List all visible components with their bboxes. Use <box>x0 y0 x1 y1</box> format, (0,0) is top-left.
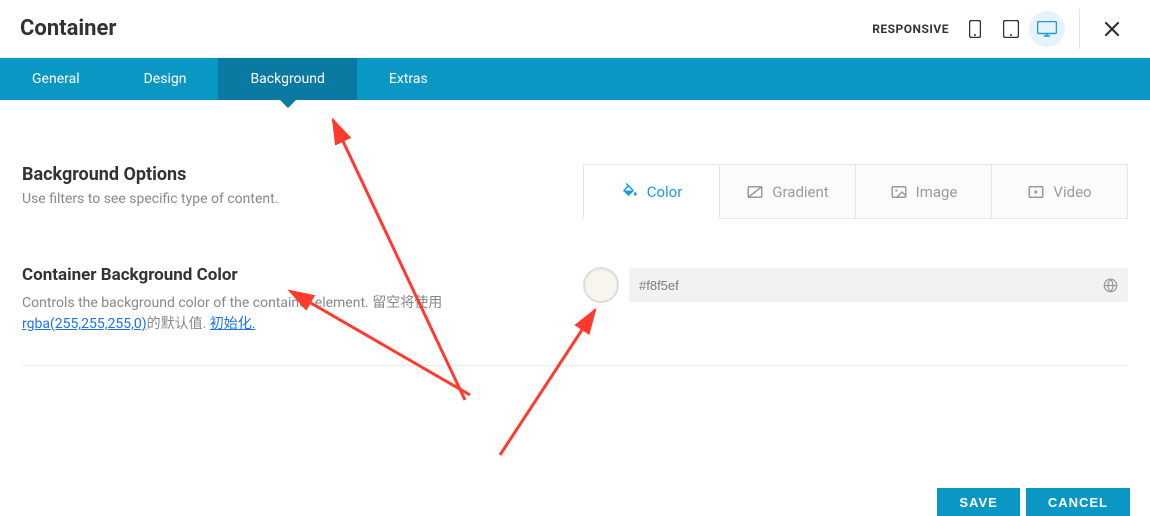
close-button[interactable] <box>1094 11 1130 47</box>
responsive-label: RESPONSIVE <box>872 22 949 36</box>
device-desktop-button[interactable] <box>1029 11 1065 47</box>
tab-extras[interactable]: Extras <box>357 58 460 100</box>
tab-design[interactable]: Design <box>112 58 219 100</box>
editor-header: Container RESPONSIVE <box>0 0 1150 58</box>
bg-tab-gradient[interactable]: Gradient <box>719 165 855 219</box>
video-icon <box>1027 183 1045 201</box>
option-title: Container Background Color <box>22 265 543 285</box>
default-value-link[interactable]: rgba(255,255,255,0) <box>22 316 147 332</box>
page-title: Container <box>20 16 872 41</box>
gradient-icon <box>746 183 764 201</box>
tab-label: Background <box>250 71 324 87</box>
section-title: Background Options <box>22 164 543 185</box>
header-divider <box>1079 9 1080 49</box>
option-description: Controls the background color of the con… <box>22 293 543 335</box>
close-icon <box>1105 22 1119 36</box>
option-description-block: Container Background Color Controls the … <box>22 265 583 335</box>
container-bg-color-row: Container Background Color Controls the … <box>22 219 1128 366</box>
main-tabs: General Design Background Extras <box>0 58 1150 100</box>
reset-link[interactable]: 初始化. <box>210 316 256 332</box>
tab-label: Extras <box>389 71 428 87</box>
cancel-button[interactable]: CANCEL <box>1026 488 1130 516</box>
responsive-controls: RESPONSIVE <box>872 11 1065 47</box>
device-tablet-button[interactable] <box>993 11 1029 47</box>
background-type-tabs-wrap: Color Gradient Image Video <box>583 164 1128 219</box>
mobile-icon <box>969 20 981 38</box>
section-heading-block: Background Options Use filters to see sp… <box>22 164 583 219</box>
color-control <box>583 265 1128 303</box>
color-swatch[interactable] <box>583 267 619 303</box>
bg-tab-label: Image <box>916 183 958 201</box>
section-subtitle: Use filters to see specific type of cont… <box>22 191 543 207</box>
tab-general[interactable]: General <box>0 58 112 100</box>
bg-tab-color[interactable]: Color <box>584 165 719 219</box>
tab-label: Design <box>144 71 187 87</box>
bg-tab-label: Gradient <box>772 183 828 201</box>
tab-background[interactable]: Background <box>218 58 356 100</box>
desc-text: 的默认值. <box>147 316 210 332</box>
bg-tab-label: Video <box>1053 183 1091 201</box>
device-mobile-button[interactable] <box>957 11 993 47</box>
tab-label: General <box>32 71 80 87</box>
global-value-button[interactable] <box>1103 278 1118 293</box>
background-options-row: Background Options Use filters to see sp… <box>22 164 1128 219</box>
desktop-icon <box>1037 21 1057 37</box>
bg-tab-label: Color <box>647 183 683 201</box>
color-input-wrapper <box>629 268 1128 302</box>
footer-actions: SAVE CANCEL <box>937 488 1130 516</box>
content-area: Background Options Use filters to see sp… <box>0 100 1150 366</box>
bg-tab-image[interactable]: Image <box>855 165 991 219</box>
color-hex-input[interactable] <box>639 278 1103 293</box>
image-icon <box>890 183 908 201</box>
bg-tab-video[interactable]: Video <box>991 165 1127 219</box>
save-button[interactable]: SAVE <box>937 488 1019 516</box>
background-type-tabs: Color Gradient Image Video <box>583 164 1128 219</box>
tablet-icon <box>1003 20 1019 38</box>
desc-text: Controls the background color of the con… <box>22 295 442 311</box>
paint-icon <box>621 183 639 201</box>
globe-icon <box>1103 278 1118 293</box>
